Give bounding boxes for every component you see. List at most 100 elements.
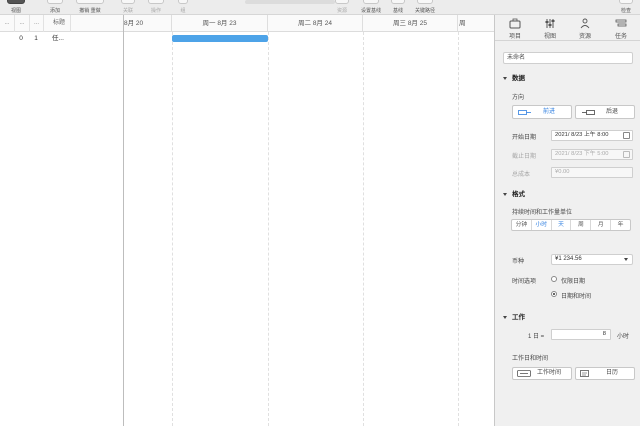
action-button[interactable]: 操作 (145, 0, 167, 15)
toolbar: 视图 添加 撤销 重做 关联 操作 组 资源 设置基线 基线 关键路径 检查 (0, 0, 640, 15)
task-list-icon (615, 19, 627, 27)
hours-unit-label: 小时 (617, 334, 630, 340)
inspector-panel: 项目 视图 资源 任务 未命名 数据 方向 前进 后退 开始日期 2021/ 8… (494, 15, 640, 426)
people-icon (580, 18, 590, 29)
calendar-icon (623, 151, 630, 158)
outline-header-title[interactable]: 标题 (44, 15, 71, 32)
row-title[interactable]: 任... (44, 32, 74, 46)
link-button[interactable]: 关联 (118, 0, 138, 15)
work-days-label: 工作日和时间 (512, 356, 549, 362)
calendar-icon[interactable] (623, 132, 630, 139)
undo-redo-label: 撤销 重做 (79, 8, 101, 14)
tab-resources-label: 资源 (578, 34, 591, 40)
grid-line (458, 32, 459, 426)
grid-line (172, 32, 173, 426)
work-time-button[interactable]: 工作时间 (512, 367, 572, 380)
backward-label: 后退 (605, 109, 618, 115)
work-section-header[interactable]: 工作 (503, 311, 525, 321)
direction-label: 方向 (512, 95, 525, 101)
action-button-label: 操作 (150, 8, 161, 14)
tab-tasks[interactable]: 任务 (603, 15, 639, 41)
gantt-header: 8月 20 周一 8月 23 周二 8月 24 周三 8月 25 周 (124, 15, 494, 32)
inspector-tabs: 项目 视图 资源 任务 (495, 15, 640, 41)
row-number: 1 (34, 35, 38, 42)
unit-day[interactable]: 天 (552, 220, 572, 230)
hours-per-day-field[interactable]: 8 (551, 329, 611, 340)
format-section-header[interactable]: 格式 (503, 188, 525, 198)
tab-view[interactable]: 视图 (532, 15, 568, 41)
grid-line (363, 32, 364, 426)
add-button[interactable]: 添加 (44, 0, 66, 15)
date-time-radio[interactable] (551, 291, 557, 297)
end-date-field: 2021/ 8/23 下午 5:00 (551, 149, 633, 160)
project-name-field[interactable]: 未命名 (503, 52, 633, 64)
end-date-value: 2021/ 8/23 下午 5:00 (555, 151, 609, 157)
resource-button-label: 资源 (336, 8, 347, 14)
tab-resources[interactable]: 资源 (567, 15, 603, 41)
tab-project[interactable]: 项目 (497, 15, 533, 41)
unit-hour[interactable]: 小时 (532, 220, 552, 230)
date-only-label: 仅限日期 (561, 279, 586, 285)
chevron-down-icon (624, 258, 628, 261)
calendar-button[interactable]: 日历 (575, 367, 635, 380)
duration-units-segmented: 分钟 小时 天 周 月 年 (511, 219, 631, 231)
outline-header-col-3[interactable]: ... (30, 15, 44, 32)
currency-value: ¥1 234.56 (555, 256, 582, 262)
unit-minute[interactable]: 分钟 (512, 220, 532, 230)
calendar-label: 日历 (605, 370, 618, 376)
inspect-button-label: 检查 (620, 8, 631, 14)
outline-header-col-1[interactable]: ... (0, 15, 15, 32)
briefcase-icon (509, 18, 521, 29)
view-button[interactable]: 视图 (4, 0, 28, 15)
arrow-left-icon (582, 110, 595, 115)
undo-redo-button[interactable]: 撤销 重做 (74, 0, 106, 15)
date-time-label: 日期和时间 (561, 294, 592, 300)
disclosure-triangle-icon (503, 76, 507, 80)
work-section-label: 工作 (512, 314, 525, 321)
tab-view-label: 视图 (543, 34, 556, 40)
duration-units-label: 持续时间和工作量单位 (512, 210, 573, 216)
unit-month[interactable]: 月 (591, 220, 612, 230)
resource-button[interactable]: 资源 (332, 0, 352, 15)
critical-path-button[interactable]: 关键路径 (410, 0, 440, 15)
critical-path-label: 关键路径 (414, 8, 435, 14)
task-bar[interactable] (172, 35, 268, 42)
gantt-column-header: 周二 8月 24 (268, 15, 363, 32)
disclosure-triangle-icon (503, 315, 507, 319)
group-button-label: 组 (180, 8, 186, 14)
gantt-column-header: 周三 8月 25 (363, 15, 458, 32)
forward-label: 前进 (542, 109, 555, 115)
format-section-label: 格式 (512, 191, 525, 198)
total-cost-label: 总成本 (512, 172, 531, 178)
outline-header: ... ... ... 标题 (0, 15, 123, 32)
outline-header-col-2[interactable]: ... (15, 15, 30, 32)
link-button-label: 关联 (122, 8, 133, 14)
inspect-button[interactable]: 检查 (616, 0, 636, 15)
add-button-label: 添加 (49, 8, 60, 14)
sliders-icon (545, 19, 555, 28)
unit-week[interactable]: 周 (571, 220, 592, 230)
date-only-radio[interactable] (551, 276, 557, 282)
start-date-field[interactable]: 2021/ 8/23 上午 8:00 (551, 130, 633, 141)
grid-line (268, 32, 269, 426)
unit-year[interactable]: 年 (611, 220, 630, 230)
backward-button[interactable]: 后退 (575, 105, 635, 119)
tab-project-label: 项目 (508, 34, 521, 40)
outline-pane: ... ... ... 标题 0 1 任... (0, 15, 124, 426)
view-button-label: 视图 (10, 8, 21, 14)
arrow-right-icon (518, 110, 531, 115)
baseline-button[interactable]: 基线 (388, 0, 408, 15)
currency-label: 币种 (512, 259, 525, 265)
end-date-label: 截止日期 (512, 154, 537, 160)
group-button[interactable]: 组 (176, 0, 190, 15)
gantt-column-header: 8月 20 (124, 15, 172, 32)
data-section-header[interactable]: 数据 (503, 72, 525, 82)
row-id: 0 (19, 35, 23, 42)
currency-select[interactable]: ¥1 234.56 (551, 254, 633, 265)
set-baseline-button[interactable]: 设置基线 (356, 0, 386, 15)
table-row[interactable]: 0 1 任... (0, 32, 123, 46)
set-baseline-label: 设置基线 (360, 8, 381, 14)
start-date-value: 2021/ 8/23 上午 8:00 (555, 132, 609, 138)
data-section-label: 数据 (512, 75, 525, 82)
forward-button[interactable]: 前进 (512, 105, 572, 119)
